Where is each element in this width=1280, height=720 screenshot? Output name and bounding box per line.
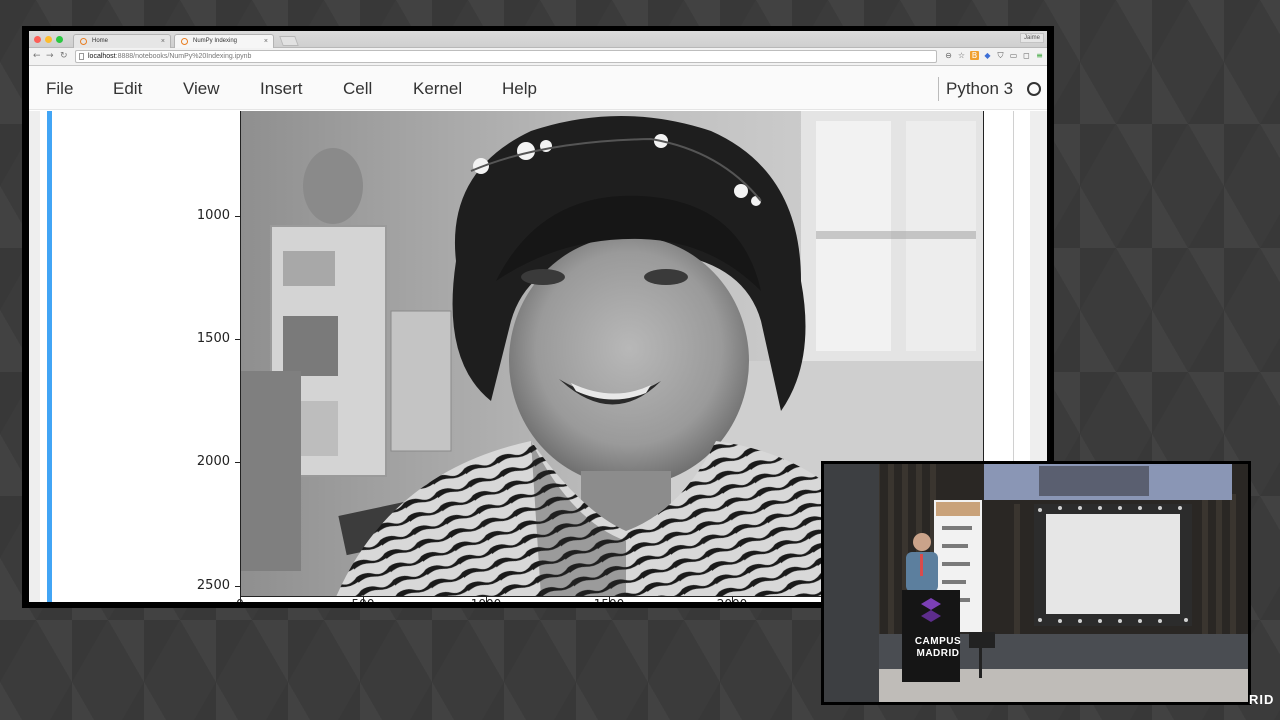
close-window-icon[interactable] bbox=[34, 36, 41, 43]
corner-logo: RID bbox=[1249, 692, 1275, 707]
window-controls bbox=[34, 36, 63, 43]
tab-strip: Home × NumPy Indexing × Jaime bbox=[29, 31, 1047, 48]
browser-toolbar: ← → ↻ localhost:8888/notebooks/NumPy%20I… bbox=[29, 48, 1047, 66]
menu-file[interactable]: File bbox=[46, 79, 73, 99]
forward-icon[interactable]: → bbox=[46, 50, 54, 63]
kernel-name: Python 3 bbox=[946, 79, 1014, 98]
tab-close-icon[interactable]: × bbox=[264, 35, 268, 48]
tab-label: Home bbox=[92, 38, 109, 44]
ytick-label: 2000 bbox=[196, 454, 230, 469]
xtick-label: 1500 bbox=[584, 597, 634, 602]
tab-home[interactable]: Home × bbox=[73, 34, 171, 48]
url-path: :8888/notebooks/NumPy%20Indexing.ipynb bbox=[115, 53, 252, 60]
profile-name[interactable]: Jaime bbox=[1019, 33, 1044, 43]
camera-feed: CAMPUS MADRID bbox=[824, 464, 1248, 702]
bell-icon[interactable]: ◻ bbox=[1022, 51, 1031, 60]
menu-icon[interactable]: ≡ bbox=[1035, 51, 1044, 60]
menu-edit[interactable]: Edit bbox=[113, 79, 142, 99]
jupyter-menubar: File Edit View Insert Cell Kernel Help P… bbox=[29, 66, 1047, 110]
xtick-label: 0 bbox=[215, 597, 265, 602]
maximize-window-icon[interactable] bbox=[56, 36, 63, 43]
divider bbox=[938, 77, 939, 101]
menu-view[interactable]: View bbox=[183, 79, 220, 99]
diamond-icon[interactable]: ◆ bbox=[983, 51, 992, 60]
menu-kernel[interactable]: Kernel bbox=[413, 79, 462, 99]
ytick-label: 1500 bbox=[196, 331, 230, 346]
ytick-label: 1000 bbox=[196, 208, 230, 223]
xtick-label: 1000 bbox=[461, 597, 511, 602]
ytick-label: 2500 bbox=[196, 578, 230, 593]
menu-cell[interactable]: Cell bbox=[343, 79, 372, 99]
extension-icons: ⊖ ☆ B ◆ ⛉ ▭ ◻ ≡ bbox=[944, 51, 1044, 60]
url-host: localhost bbox=[88, 53, 116, 60]
tab-close-icon[interactable]: × bbox=[161, 35, 165, 48]
bitcoin-icon[interactable]: B bbox=[970, 51, 979, 60]
speaker-camera-inset: CAMPUS MADRID bbox=[821, 461, 1251, 705]
tab-numpy-indexing[interactable]: NumPy Indexing × bbox=[174, 34, 274, 48]
xtick-label: 500 bbox=[338, 597, 388, 602]
minimize-window-icon[interactable] bbox=[45, 36, 52, 43]
jupyter-favicon-icon bbox=[80, 38, 87, 45]
selected-cell-indicator bbox=[47, 111, 52, 602]
star-icon[interactable]: ☆ bbox=[957, 51, 966, 60]
new-tab-button[interactable] bbox=[279, 36, 299, 46]
zoom-icon[interactable]: ⊖ bbox=[944, 51, 953, 60]
back-icon[interactable]: ← bbox=[33, 50, 41, 63]
menu-insert[interactable]: Insert bbox=[260, 79, 303, 99]
pocket-icon[interactable]: ⛉ bbox=[996, 51, 1005, 60]
cast-icon[interactable]: ▭ bbox=[1009, 51, 1018, 60]
tab-label: NumPy Indexing bbox=[193, 38, 238, 44]
jupyter-favicon-icon bbox=[181, 38, 188, 45]
page-icon bbox=[79, 53, 84, 60]
xtick-label: 2000 bbox=[707, 597, 757, 602]
address-bar[interactable]: localhost:8888/notebooks/NumPy%20Indexin… bbox=[75, 50, 937, 63]
menu-help[interactable]: Help bbox=[502, 79, 537, 99]
stage-scene bbox=[824, 464, 1248, 702]
podium-label: CAMPUS MADRID bbox=[914, 636, 962, 659]
reload-icon[interactable]: ↻ bbox=[60, 50, 68, 63]
kernel-status-icon bbox=[1027, 82, 1041, 96]
